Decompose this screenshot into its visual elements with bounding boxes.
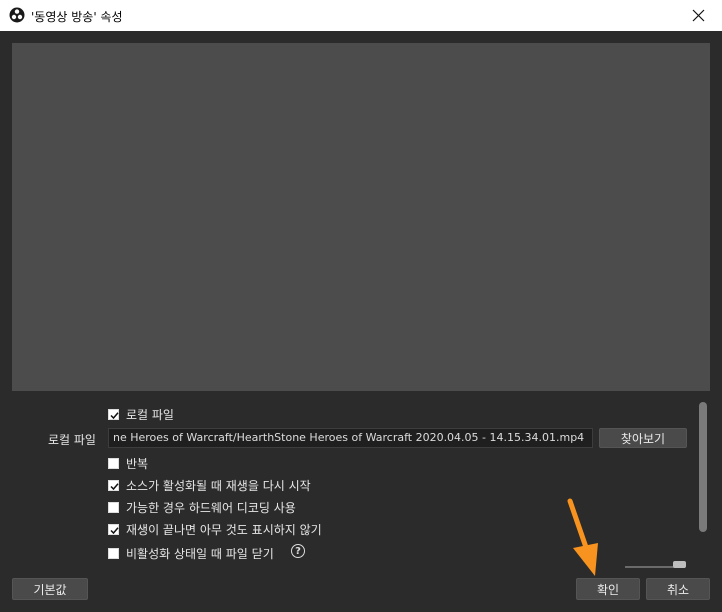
hide-on-end-option[interactable]: 재생이 끝나면 아무 것도 표시하지 않기 bbox=[108, 521, 322, 538]
cancel-button[interactable]: 취소 bbox=[646, 578, 710, 600]
close-icon bbox=[692, 9, 705, 22]
ok-button[interactable]: 확인 bbox=[576, 578, 640, 600]
hw-decode-option[interactable]: 가능한 경우 하드웨어 디코딩 사용 bbox=[108, 499, 296, 516]
file-path-input[interactable]: ne Heroes of Warcraft/HearthStone Heroes… bbox=[108, 428, 593, 448]
checkmark-icon bbox=[110, 412, 119, 420]
hw-decode-label: 가능한 경우 하드웨어 디코딩 사용 bbox=[126, 501, 296, 515]
local-file-label: 로컬 파일 bbox=[126, 408, 174, 422]
title-bar: '동영상 방송' 속성 bbox=[0, 0, 722, 31]
spinbox-up-icon bbox=[673, 561, 686, 568]
restart-option[interactable]: 소스가 활성화될 때 재생을 다시 시작 bbox=[108, 477, 311, 494]
close-inactive-option[interactable]: 비활성화 상태일 때 파일 닫기 bbox=[108, 545, 274, 562]
checkmark-icon bbox=[110, 527, 119, 535]
file-field-label: 로컬 파일 bbox=[48, 433, 96, 447]
hw-decode-checkbox[interactable] bbox=[108, 502, 119, 513]
close-inactive-checkbox[interactable] bbox=[108, 548, 119, 559]
file-path-value: ne Heroes of Warcraft/HearthStone Heroes… bbox=[113, 431, 585, 444]
help-icon-glyph: ? bbox=[295, 545, 301, 557]
help-icon[interactable]: ? bbox=[291, 544, 305, 558]
window-title: '동영상 방송' 속성 bbox=[31, 10, 123, 24]
loop-label: 반복 bbox=[126, 457, 149, 471]
defaults-button[interactable]: 기본값 bbox=[12, 578, 88, 600]
local-file-option[interactable]: 로컬 파일 bbox=[108, 406, 174, 423]
close-button[interactable] bbox=[676, 0, 722, 31]
obs-logo-icon bbox=[9, 7, 25, 23]
close-inactive-label: 비활성화 상태일 때 파일 닫기 bbox=[126, 547, 274, 561]
restart-label: 소스가 활성화될 때 재생을 다시 시작 bbox=[126, 479, 311, 493]
loop-option[interactable]: 반복 bbox=[108, 455, 148, 472]
annotation-arrow-icon bbox=[567, 498, 598, 576]
scrollbar-thumb[interactable] bbox=[699, 402, 707, 532]
hide-on-end-checkbox[interactable] bbox=[108, 524, 119, 535]
source-preview bbox=[12, 43, 710, 391]
hide-on-end-label: 재생이 끝나면 아무 것도 표시하지 않기 bbox=[126, 523, 322, 537]
browse-button[interactable]: 찾아보기 bbox=[599, 428, 687, 448]
loop-checkbox[interactable] bbox=[108, 458, 119, 469]
restart-checkbox[interactable] bbox=[108, 480, 119, 491]
checkmark-icon bbox=[110, 483, 119, 491]
local-file-checkbox[interactable] bbox=[108, 409, 119, 420]
